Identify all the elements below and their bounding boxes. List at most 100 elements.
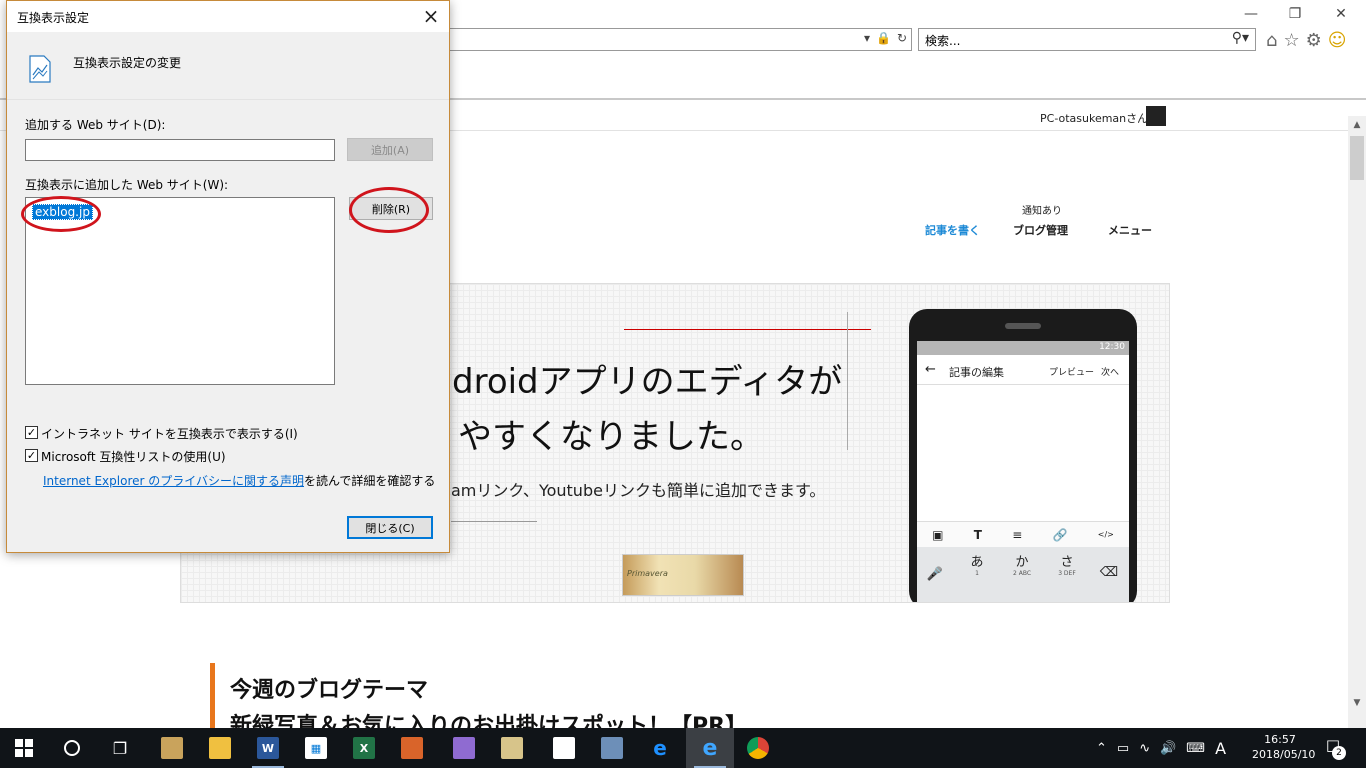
taskbar-app-1[interactable] (148, 728, 196, 768)
search-input[interactable]: 検索... ⚲▾ (918, 28, 1256, 51)
window-close-button[interactable]: ✕ (1318, 0, 1364, 28)
start-button[interactable] (0, 728, 48, 768)
gear-icon[interactable]: ⚙ (1306, 30, 1322, 51)
intranet-checkbox[interactable]: ✓ (25, 426, 38, 439)
compat-view-dialog: 互換表示設定 × 互換表示設定の変更 追加する Web サイト(D): 追加(A… (6, 0, 450, 553)
notice-label[interactable]: 通知あり (1022, 202, 1062, 217)
search-placeholder: 検索... (925, 34, 961, 48)
photos-app-icon (161, 737, 183, 759)
restore-button[interactable]: ❐ (1272, 0, 1318, 28)
banner-subline: amリンク、Youtubeリンクも簡単に追加できます。 (451, 481, 826, 500)
close-button[interactable]: 閉じる(C) (347, 516, 433, 539)
toolbar-icons: ⌂ ☆ ⚙ ☺ (1266, 28, 1346, 52)
lock-icon[interactable]: 🔒 (876, 31, 891, 45)
taskbar-remote[interactable] (588, 728, 636, 768)
home-icon[interactable]: ⌂ (1266, 30, 1277, 51)
dropdown-icon[interactable]: ▾ (864, 31, 870, 45)
nav-blog-manage[interactable]: ブログ管理 (1013, 222, 1068, 238)
scroll-down-icon[interactable]: ▼ (1348, 694, 1366, 712)
align-icon: ≡ (1012, 527, 1023, 542)
minimize-icon: — (1244, 6, 1258, 22)
action-center-button[interactable]: □ 2 (1320, 736, 1346, 760)
phone-screen: 12:30 ← 記事の編集 プレビュー 次へ ▣ T ≡ 🔗 </> 🎤 あ 1… (917, 341, 1129, 602)
scroll-up-icon[interactable]: ▲ (1348, 116, 1366, 134)
keyboard-icon[interactable]: ⌨ (1186, 741, 1205, 756)
vertical-scrollbar[interactable]: ▲ ▼ (1348, 116, 1366, 728)
dialog-titlebar: 互換表示設定 × (7, 1, 449, 32)
banner-thumbnail: Primavera (622, 554, 744, 596)
smiley-icon[interactable]: ☺ (1328, 30, 1347, 51)
dialog-close-icon[interactable]: × (419, 5, 443, 27)
task-view-icon: ❐ (112, 738, 128, 758)
user-name[interactable]: PC-otasukemanさん (1040, 110, 1148, 126)
dialog-separator (7, 99, 449, 100)
chevron-up-icon[interactable]: ⌃ (1096, 741, 1107, 756)
site-list-label: 互換表示に追加した Web サイト(W): (25, 178, 229, 192)
phone-status-bar: 12:30 (917, 341, 1129, 355)
theme-accent-bar (210, 663, 215, 728)
nav-write-post[interactable]: 記事を書く (925, 222, 980, 238)
sticky-notes-icon (553, 737, 575, 759)
dialog-title: 互換表示設定 (17, 11, 90, 25)
phone-title: 記事の編集 (949, 366, 1004, 379)
annotation-circle-remove (349, 187, 429, 233)
volume-icon[interactable]: 🔊 (1160, 741, 1176, 756)
taskbar-sticky[interactable] (540, 728, 588, 768)
banner-headline-1: droidアプリのエディタが (452, 362, 843, 402)
cortana-button[interactable] (48, 728, 96, 768)
palette-icon (501, 737, 523, 759)
battery-icon[interactable]: ▭ (1117, 741, 1129, 756)
phone-time: 12:30 (1099, 342, 1125, 352)
theme-title: 今週のブログテーマ (230, 678, 429, 703)
link-icon: 🔗 (1052, 527, 1068, 542)
phone-next: 次へ (1101, 368, 1120, 378)
ms-list-checkbox-label[interactable]: Microsoft 互換性リストの使用(U) (41, 448, 226, 465)
phone-speaker (1005, 323, 1041, 329)
taskbar-excel[interactable]: X (340, 728, 388, 768)
taskbar-ie[interactable]: e (686, 728, 734, 768)
taskbar: ❐ W ▦ X e e ⌃ ▭ ∿ 🔊 ⌨ A 16:57 2018/05/10… (0, 728, 1366, 768)
theme-subtitle[interactable]: 新緑写真＆お気に入りのお出掛けスポット！【PR】 (230, 708, 747, 728)
taskbar-explorer[interactable] (196, 728, 244, 768)
thumbnail-text: Primavera (627, 569, 668, 578)
privacy-statement: Internet Explorer のプライバシーに関する声明を読んで詳細を確認… (43, 472, 435, 489)
phone-editor-toolbar: ▣ T ≡ 🔗 </> (917, 521, 1129, 547)
excel-icon: X (353, 737, 375, 759)
image-icon: ▣ (932, 527, 944, 542)
minimize-button[interactable]: — (1228, 0, 1274, 28)
clock-date: 2018/05/10 (1252, 748, 1316, 761)
privacy-link[interactable]: Internet Explorer のプライバシーに関する声明 (43, 474, 304, 488)
taskbar-edge[interactable]: e (636, 728, 684, 768)
taskbar-paint-2[interactable] (488, 728, 536, 768)
favorites-star-icon[interactable]: ☆ (1283, 30, 1299, 51)
word-icon: W (257, 737, 279, 759)
avatar[interactable] (1146, 106, 1166, 126)
scroll-thumb[interactable] (1350, 136, 1364, 180)
taskbar-briefcase[interactable] (388, 728, 436, 768)
add-button[interactable]: 追加(A) (347, 138, 433, 161)
back-arrow-icon: ← (925, 362, 936, 377)
nav-menu[interactable]: メニュー (1108, 222, 1152, 238)
clock[interactable]: 16:57 2018/05/10 (1252, 732, 1316, 762)
phone-keyboard: 🎤 あ1 か2 ABC さ3 DEF ⌫ (917, 547, 1129, 602)
search-icon[interactable]: ⚲▾ (1232, 30, 1249, 46)
task-view-button[interactable]: ❐ (96, 728, 144, 768)
taskbar-paint-1[interactable] (440, 728, 488, 768)
text-icon: T (973, 527, 982, 542)
phone-mockup: 12:30 ← 記事の編集 プレビュー 次へ ▣ T ≡ 🔗 </> 🎤 あ 1… (909, 309, 1137, 602)
annotation-circle-site (21, 196, 101, 232)
taskbar-chrome[interactable] (734, 728, 782, 768)
add-site-input[interactable] (25, 139, 335, 161)
refresh-icon[interactable]: ↻ (897, 31, 907, 45)
ime-indicator[interactable]: A (1215, 739, 1226, 758)
banner-accent-line (624, 329, 871, 330)
key-a: あ1 (970, 555, 984, 577)
address-bar[interactable]: ▾ 🔒 ↻ (440, 28, 912, 51)
wifi-icon[interactable]: ∿ (1139, 741, 1150, 756)
system-tray: ⌃ ▭ ∿ 🔊 ⌨ A (1096, 728, 1226, 768)
phone-preview: プレビュー (1049, 368, 1095, 378)
ms-list-checkbox[interactable]: ✓ (25, 449, 38, 462)
taskbar-word[interactable]: W (244, 728, 292, 768)
taskbar-store[interactable]: ▦ (292, 728, 340, 768)
intranet-checkbox-label[interactable]: イントラネット サイトを互換表示で表示する(I) (41, 425, 298, 442)
